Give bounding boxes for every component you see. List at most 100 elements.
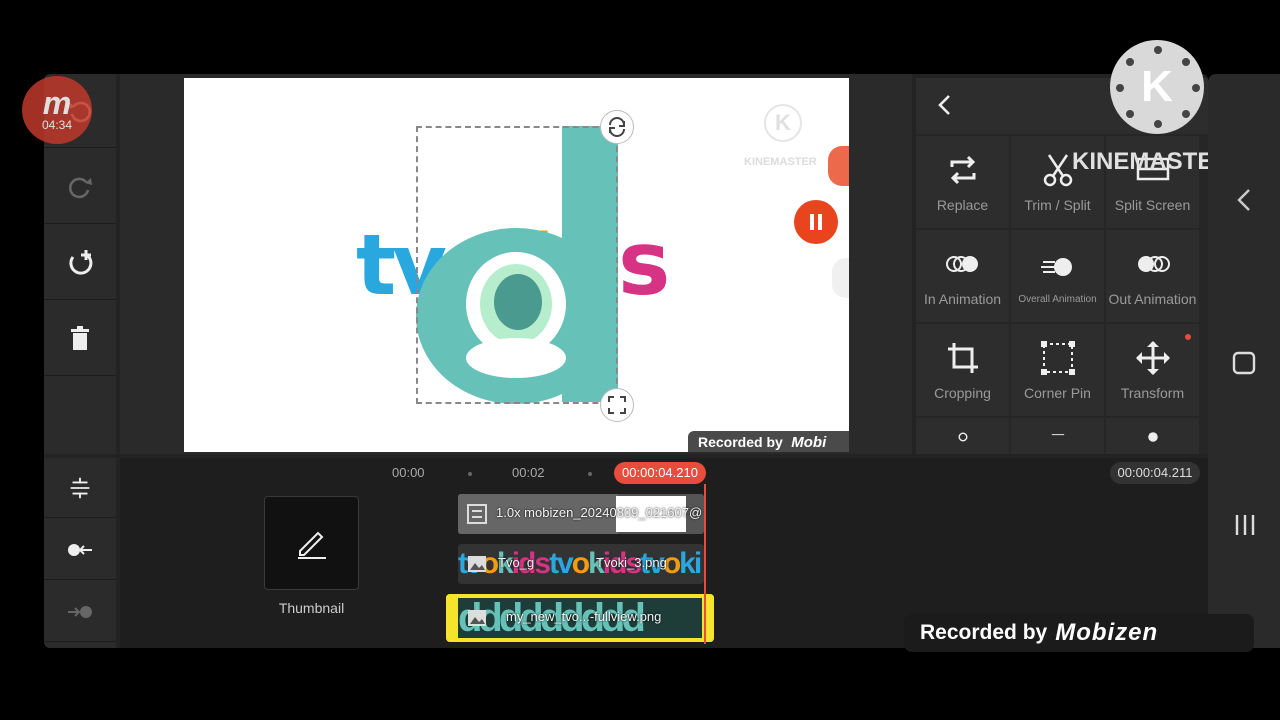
chevron-left-icon	[938, 95, 950, 115]
image-clip-icon	[468, 610, 486, 626]
clip-label: 1.0x mobizen_20240809_021607@	[496, 505, 703, 520]
transform-option[interactable]: Transform	[1106, 324, 1199, 416]
km-logo-dot	[1154, 46, 1162, 54]
out-animation-option[interactable]: Out Animation	[1106, 230, 1199, 322]
corner-pin-label: Corner Pin	[1024, 385, 1091, 401]
preview-recorded-text: Recorded by	[698, 434, 783, 450]
preview-recorded-brand: Mobi	[791, 434, 827, 451]
recorded-by-text: Recorded by	[920, 621, 1048, 644]
tick-dot	[588, 472, 592, 476]
clip-label: Tvoki_3.png	[596, 555, 667, 570]
delete-button[interactable]	[44, 302, 116, 376]
overall-animation-icon	[1040, 257, 1072, 276]
in-animation-option[interactable]: In Animation	[916, 230, 1009, 322]
km-logo-dot	[1154, 120, 1162, 128]
rotate-icon	[609, 117, 625, 137]
video-preview[interactable]: tv oki s K KINEMASTER	[184, 78, 849, 452]
split-screen-label: Split Screen	[1114, 197, 1191, 213]
preview-km-watermark-logo: K	[764, 104, 802, 142]
more-option-3[interactable]	[1106, 418, 1199, 454]
more-option-2[interactable]	[1011, 418, 1104, 454]
transform-label: Transform	[1120, 385, 1185, 401]
notification-dot	[1185, 334, 1191, 340]
in-animation-label: In Animation	[923, 291, 1002, 307]
playhead-line[interactable]	[704, 484, 706, 644]
recorded-by-badge: Recorded by Mobizen	[904, 614, 1254, 652]
mobizen-logo: m	[42, 85, 72, 121]
preview-text-right: s	[618, 212, 671, 315]
timeline-tools	[44, 458, 116, 648]
timeline-split-button[interactable]	[44, 458, 116, 518]
home-nav-icon[interactable]	[1231, 350, 1257, 376]
split-timeline-icon	[70, 477, 90, 498]
adjust-icon	[1051, 434, 1064, 436]
mobizen-timer: 04:34	[41, 118, 73, 132]
video-clip-icon	[467, 504, 487, 524]
trim-split-label: Trim / Split	[1024, 197, 1091, 213]
in-animation-icon	[945, 256, 978, 272]
trim-handle-left[interactable]	[446, 594, 458, 642]
recording-stop-button[interactable]	[828, 146, 849, 186]
recording-pause-button[interactable]	[794, 200, 838, 244]
total-duration: 00:00:04.211	[1110, 462, 1200, 484]
km-logo-dot	[1116, 84, 1124, 92]
more-option-1[interactable]	[916, 418, 1009, 454]
recording-toggle-button[interactable]	[832, 258, 849, 298]
scissors-icon	[1043, 154, 1072, 187]
km-logo-dot	[1182, 58, 1190, 66]
overall-animation-label: Overall Animation	[1018, 293, 1097, 305]
move-icon	[1135, 341, 1170, 375]
out-animation-icon	[1137, 256, 1170, 272]
clip-image-tvoki[interactable]: tvokidstvokidstvoki Tvo_g Tvoki_3.png	[458, 544, 704, 584]
search-icon	[958, 432, 967, 442]
record-left-button[interactable]	[44, 520, 116, 580]
replace-icon	[950, 155, 975, 185]
replace-option[interactable]: Replace	[916, 136, 1009, 228]
rotate-add-button[interactable]	[44, 226, 116, 300]
replace-label: Replace	[936, 197, 989, 213]
kinemaster-wordmark: KINEMASTER	[1072, 148, 1231, 175]
thumbnail-button[interactable]	[264, 496, 359, 590]
km-logo-dot	[1192, 84, 1200, 92]
back-nav-icon[interactable]	[1234, 186, 1254, 214]
clip-image-selected[interactable]: ddddddddd my_new_tvo...-fullview.png	[446, 594, 714, 642]
recents-nav-icon[interactable]	[1232, 512, 1258, 538]
clip-label: my_new_tvo...-fullview.png	[506, 609, 662, 624]
km-logo-dot	[1182, 110, 1190, 118]
record-right-button[interactable]	[44, 582, 116, 642]
add-rotate-icon	[69, 249, 93, 275]
clip-label-prefix: Tvo_g	[498, 555, 535, 570]
clip-options-panel: Replace Trim / Split Split Screen In Ani…	[916, 78, 1208, 454]
record-left-icon	[68, 543, 92, 556]
cropping-option[interactable]: Cropping	[916, 324, 1009, 416]
pause-icon	[810, 214, 822, 230]
cropping-label: Cropping	[934, 385, 991, 401]
overall-animation-option[interactable]: Overall Animation	[1011, 230, 1104, 322]
km-logo-dot	[1126, 58, 1134, 66]
video-editor: tv oki s K KINEMASTER	[44, 74, 1208, 648]
mobizen-floating-button[interactable]: m 04:34	[22, 76, 92, 144]
redo-button[interactable]	[44, 150, 116, 224]
out-animation-label: Out Animation	[1108, 291, 1197, 307]
timecode-mid: 00:02	[512, 465, 545, 480]
rotate-handle[interactable]	[600, 110, 634, 144]
playhead-time: 00:00:04.210	[614, 462, 706, 484]
resize-handle[interactable]	[600, 388, 634, 422]
timecode-start: 00:00	[392, 465, 425, 480]
tick-dot	[468, 472, 472, 476]
corner-pin-option[interactable]: Corner Pin	[1011, 324, 1104, 416]
kinemaster-logo: K	[1110, 40, 1204, 134]
preview-recorded-badge: Recorded by Mobi	[688, 431, 849, 452]
selection-box[interactable]	[416, 126, 618, 404]
km-logo-dot	[1126, 110, 1134, 118]
back-button[interactable]	[930, 90, 960, 120]
filter-icon	[1147, 432, 1158, 442]
recorded-by-brand: Mobizen	[1055, 619, 1159, 646]
image-clip-icon	[468, 556, 486, 572]
clip-video-mobizen[interactable]: 1.0x mobizen_20240809_021607@	[458, 494, 704, 534]
thumbnail-label: Thumbnail	[278, 600, 345, 616]
record-right-icon	[68, 605, 92, 618]
pencil-icon	[297, 531, 326, 559]
redo-icon	[68, 177, 92, 198]
clip-thumb-strip: tvokidstvokidstvoki	[458, 547, 702, 580]
